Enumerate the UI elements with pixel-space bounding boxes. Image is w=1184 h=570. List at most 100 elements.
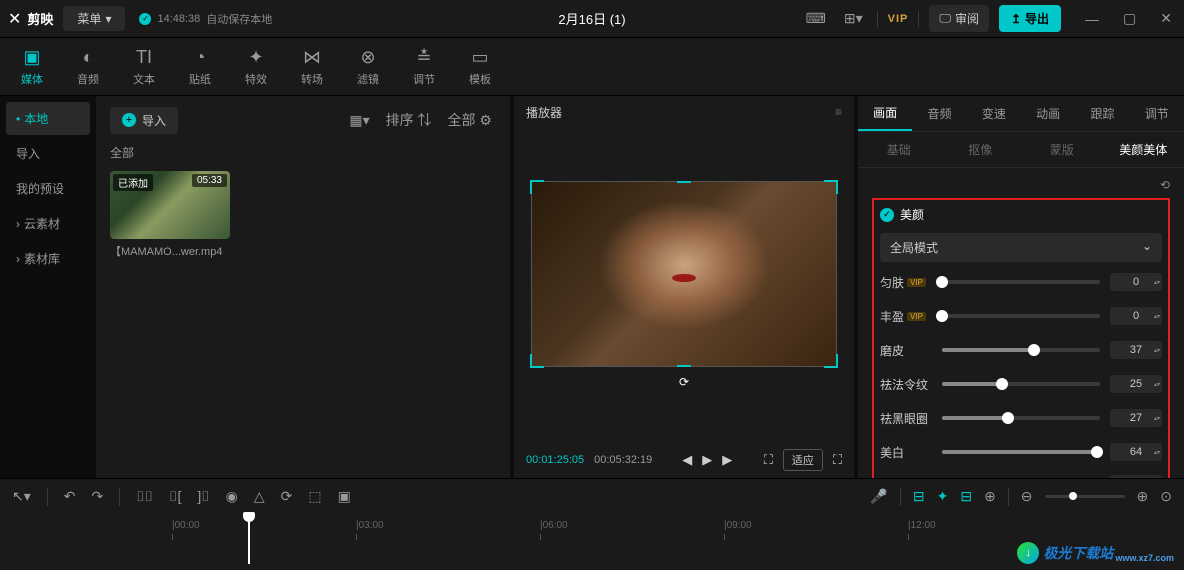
props-tab-动画[interactable]: 动画 [1021,96,1075,131]
playhead[interactable] [248,516,250,564]
slider-thumb[interactable] [1002,412,1014,424]
sort-button[interactable]: 排序 ⇅ [382,106,436,134]
redo-button[interactable]: ↷ [92,488,104,505]
mode-select[interactable]: 全局模式⌄ [880,233,1162,262]
preview-icon[interactable]: ⊕ [984,488,996,505]
slider-value[interactable]: 25▴▾ [1110,375,1162,393]
timeline[interactable]: |00:00|03:00|06:00|09:00|12:00 ↓ 极光下载站 w… [0,514,1184,570]
tooltab-模板[interactable]: ▭模板 [452,38,508,95]
slider-value[interactable]: 多个值▴▾ [1110,475,1162,478]
tooltab-音频[interactable]: ◐音频 [60,38,116,95]
stepper-icon[interactable]: ▴▾ [1154,415,1160,422]
video-frame[interactable] [531,181,837,367]
tooltab-调节[interactable]: ≛调节 [396,38,452,95]
fullscreen-icon[interactable]: ⛶ [833,452,842,468]
play-button[interactable]: ▶ [702,452,712,468]
slider-track[interactable] [942,450,1100,454]
tooltab-贴纸[interactable]: ◔贴纸 [172,38,228,95]
freeze-tool[interactable]: ◉ [226,488,238,505]
slider-track[interactable] [942,314,1100,318]
slider-value[interactable]: 0▴▾ [1110,273,1162,291]
stepper-icon[interactable]: ▴▾ [1154,449,1160,456]
props-subtab-蒙版[interactable]: 蒙版 [1021,132,1103,167]
media-thumbnail[interactable]: 已添加 05:33 【MAMAMO...wer.mp4 [110,171,230,259]
slider-track[interactable] [942,348,1100,352]
mic-icon[interactable]: 🎤 [870,488,887,505]
prev-button[interactable]: ◀ [682,452,692,468]
props-tab-变速[interactable]: 变速 [967,96,1021,131]
crop-icon[interactable]: ⛶ [764,452,773,468]
sidebar-item-云素材[interactable]: ›云素材 [6,207,90,240]
stepper-icon[interactable]: ▴▾ [1154,313,1160,320]
stepper-icon[interactable]: ▴▾ [1154,381,1160,388]
player-menu-icon[interactable]: ≡ [835,105,842,119]
review-button[interactable]: 🖵审阅 [929,5,989,32]
split-tool[interactable]: ⌷⌷ [136,488,153,505]
props-tab-音频[interactable]: 音频 [912,96,966,131]
undo-button[interactable]: ↶ [64,488,76,505]
delete-left-tool[interactable]: ⌷[ [169,488,181,505]
player-viewport[interactable]: ⟳ [514,128,854,442]
mirror-tool[interactable]: ⟳ [281,488,293,505]
props-subtab-美颜美体[interactable]: 美颜美体 [1103,132,1184,167]
tooltab-文本[interactable]: TI文本 [116,38,172,95]
slider-thumb[interactable] [1028,344,1040,356]
props-tab-调节[interactable]: 调节 [1130,96,1184,131]
link-icon[interactable]: ⊟ [960,488,972,505]
slider-thumb[interactable] [936,310,948,322]
slider-value[interactable]: 0▴▾ [1110,307,1162,325]
tooltab-特效[interactable]: ✦特效 [228,38,284,95]
zoom-in-icon[interactable]: ⊕ [1137,488,1149,505]
props-tab-跟踪[interactable]: 跟踪 [1075,96,1129,131]
keyboard-icon[interactable]: ⌨ [802,6,830,31]
props-subtab-基础[interactable]: 基础 [858,132,940,167]
next-button[interactable]: ▶ [722,452,732,468]
close-button[interactable]: ✕ [1156,6,1176,31]
menu-button[interactable]: 菜单▾ [63,6,125,31]
slider-value[interactable]: 37▴▾ [1110,341,1162,359]
sidebar-item-本地[interactable]: •本地 [6,102,90,135]
props-subtab-抠像[interactable]: 抠像 [940,132,1022,167]
layout-icon[interactable]: ⊞▾ [840,6,867,31]
sidebar-item-我的预设[interactable]: 我的预设 [6,172,90,205]
sidebar-item-导入[interactable]: 导入 [6,137,90,170]
tooltab-滤镜[interactable]: ⊗滤镜 [340,38,396,95]
media-category[interactable]: 全部 [110,144,496,161]
zoom-out-icon[interactable]: ⊖ [1021,488,1033,505]
slider-track[interactable] [942,382,1100,386]
slider-thumb[interactable] [1091,446,1103,458]
slider-value[interactable]: 64▴▾ [1110,443,1162,461]
slider-value[interactable]: 27▴▾ [1110,409,1162,427]
import-button[interactable]: + 导入 [110,107,178,134]
timeline-ruler[interactable]: |00:00|03:00|06:00|09:00|12:00 [12,520,1172,540]
slider-track[interactable] [942,416,1100,420]
export-button[interactable]: ↥导出 [999,5,1061,32]
slider-thumb[interactable] [996,378,1008,390]
loop-icon[interactable]: ⟳ [531,375,837,389]
tooltab-转场[interactable]: ⋈转场 [284,38,340,95]
snap-icon[interactable]: ⊟ [913,488,925,505]
ratio-button[interactable]: 适应 [783,449,823,471]
stepper-icon[interactable]: ▴▾ [1154,279,1160,286]
cursor-tool[interactable]: ↖▾ [12,488,31,505]
magnet-icon[interactable]: ✦ [937,488,949,505]
zoom-slider[interactable] [1045,495,1125,498]
slider-track[interactable] [942,280,1100,284]
crop-tool[interactable]: ⬚ [308,488,321,505]
filter-button[interactable]: 全部 ⚙ [444,106,496,134]
project-title[interactable]: 2月16日 (1) [558,9,625,28]
sidebar-item-素材库[interactable]: ›素材库 [6,242,90,275]
delete-right-tool[interactable]: ]⌷ [197,488,209,505]
slider-thumb[interactable] [936,276,948,288]
reset-icon[interactable]: ⟲ [1160,178,1170,192]
fit-icon[interactable]: ⊙ [1160,488,1172,505]
beauty-checkbox[interactable]: ✓ [880,208,894,222]
props-tab-画面[interactable]: 画面 [858,96,912,131]
tooltab-媒体[interactable]: ▣媒体 [4,38,60,95]
grid-view-button[interactable]: ▦▾ [345,106,373,134]
minimize-button[interactable]: ― [1081,6,1103,31]
reverse-tool[interactable]: △ [254,488,265,505]
ai-tool[interactable]: ▣ [338,488,351,505]
vip-badge[interactable]: VIP [888,13,909,25]
maximize-button[interactable]: ▢ [1119,6,1140,31]
